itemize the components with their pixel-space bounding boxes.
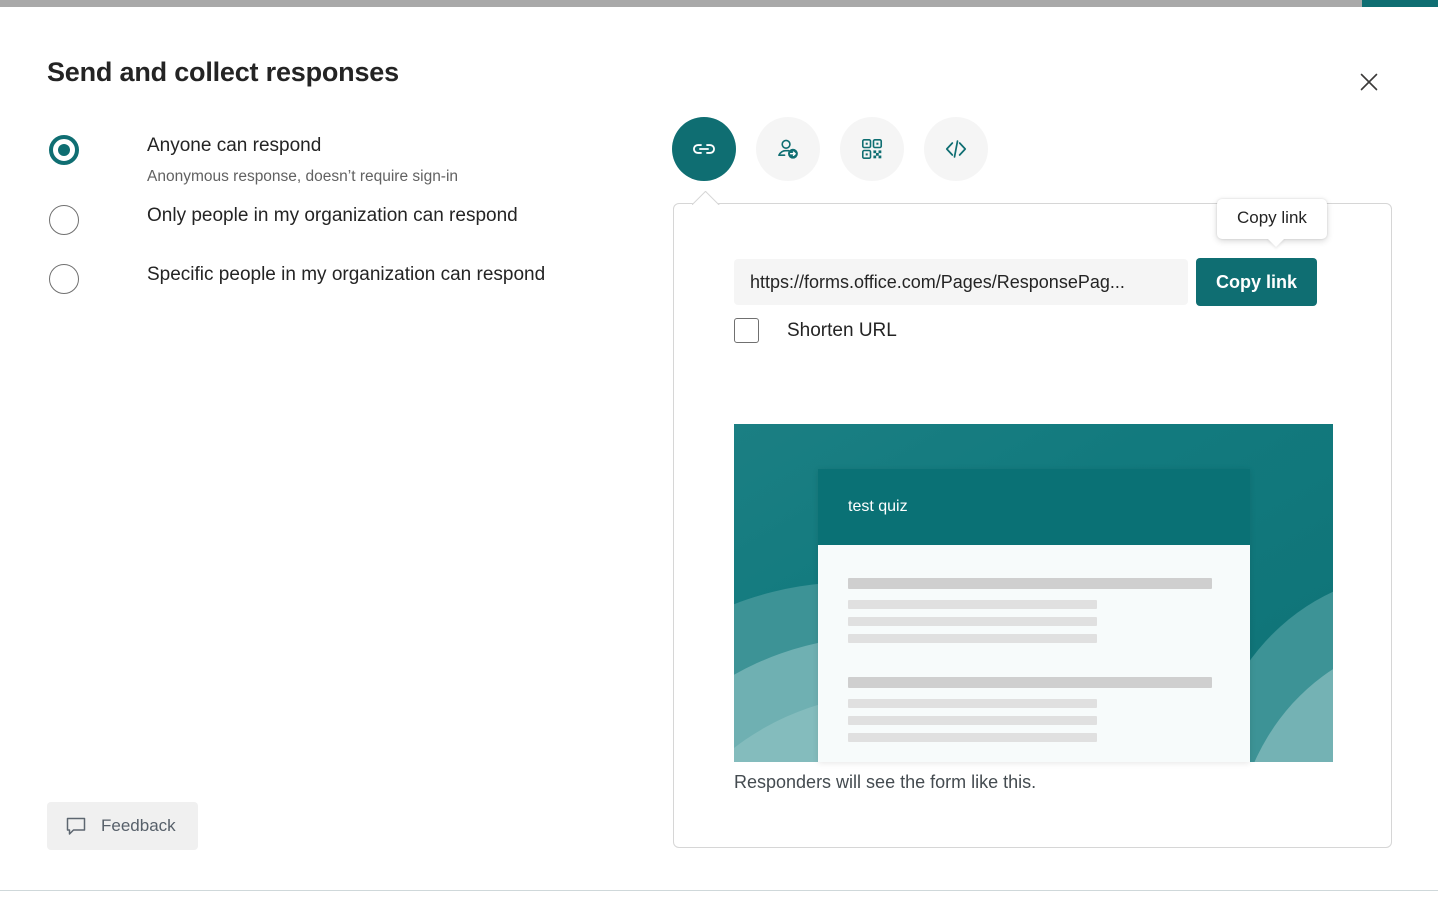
audience-radio-group: Anyone can respond Anonymous response, d…	[47, 131, 627, 319]
shorten-url-label: Shorten URL	[787, 320, 897, 342]
send-and-collect-responses-dialog: Send and collect responses Anyone can re…	[0, 7, 1438, 891]
tab-qr-code[interactable]	[840, 117, 904, 181]
radio-indicator-organization[interactable]	[49, 205, 79, 235]
preview-caption: Responders will see the form like this.	[734, 772, 1036, 793]
radio-indicator-specific-people[interactable]	[49, 264, 79, 294]
feedback-button[interactable]: Feedback	[47, 802, 198, 850]
tab-link[interactable]	[672, 117, 736, 181]
window-top-strip-accent	[1362, 0, 1438, 7]
share-method-tabs	[672, 117, 988, 181]
link-icon	[689, 134, 719, 164]
audience-option-label: Anyone can respond	[147, 135, 321, 157]
panel-notch	[692, 191, 720, 205]
preview-placeholder-bar	[848, 716, 1097, 725]
comment-icon	[65, 815, 87, 837]
preview-form-sheet: test quiz	[818, 469, 1250, 762]
shorten-url-checkbox-row[interactable]: Shorten URL	[734, 318, 897, 343]
preview-placeholder-bar	[848, 634, 1097, 643]
audience-option-anyone[interactable]: Anyone can respond Anonymous response, d…	[47, 131, 627, 193]
share-url-row: Copy link	[734, 258, 1317, 306]
page-title: Send and collect responses	[47, 57, 399, 88]
audience-option-specific-people[interactable]: Specific people in my organization can r…	[47, 260, 627, 311]
tab-invite-people[interactable]	[756, 117, 820, 181]
close-icon	[1359, 72, 1379, 92]
preview-placeholder-bar	[848, 677, 1212, 688]
preview-placeholder-bar	[848, 699, 1097, 708]
copy-link-button[interactable]: Copy link	[1196, 258, 1317, 306]
preview-placeholder-gap	[848, 651, 1212, 677]
close-button[interactable]	[1347, 60, 1391, 104]
tab-embed-code[interactable]	[924, 117, 988, 181]
preview-placeholder-bar	[848, 733, 1097, 742]
preview-form-title: test quiz	[848, 498, 908, 516]
audience-option-sublabel: Anonymous response, doesn’t require sign…	[147, 168, 458, 186]
qr-code-icon	[857, 134, 887, 164]
feedback-label: Feedback	[101, 816, 176, 836]
audience-option-label: Specific people in my organization can r…	[147, 264, 545, 286]
audience-option-label: Only people in my organization can respo…	[147, 205, 518, 227]
shorten-url-checkbox[interactable]	[734, 318, 759, 343]
share-link-panel: Copy link Shorten URL test quiz	[673, 203, 1392, 848]
radio-indicator-anyone[interactable]	[49, 135, 79, 165]
preview-form-body	[818, 545, 1250, 742]
preview-form-header: test quiz	[818, 469, 1250, 545]
window-top-strip	[0, 0, 1438, 7]
preview-placeholder-bar	[848, 617, 1097, 626]
form-preview-thumbnail: test quiz	[734, 424, 1333, 762]
embed-code-icon	[941, 134, 971, 164]
person-share-icon	[773, 134, 803, 164]
copy-link-tooltip: Copy link	[1217, 199, 1327, 239]
share-url-input[interactable]	[734, 259, 1188, 305]
preview-placeholder-bar	[848, 578, 1212, 589]
audience-option-organization[interactable]: Only people in my organization can respo…	[47, 201, 627, 252]
preview-placeholder-bar	[848, 600, 1097, 609]
